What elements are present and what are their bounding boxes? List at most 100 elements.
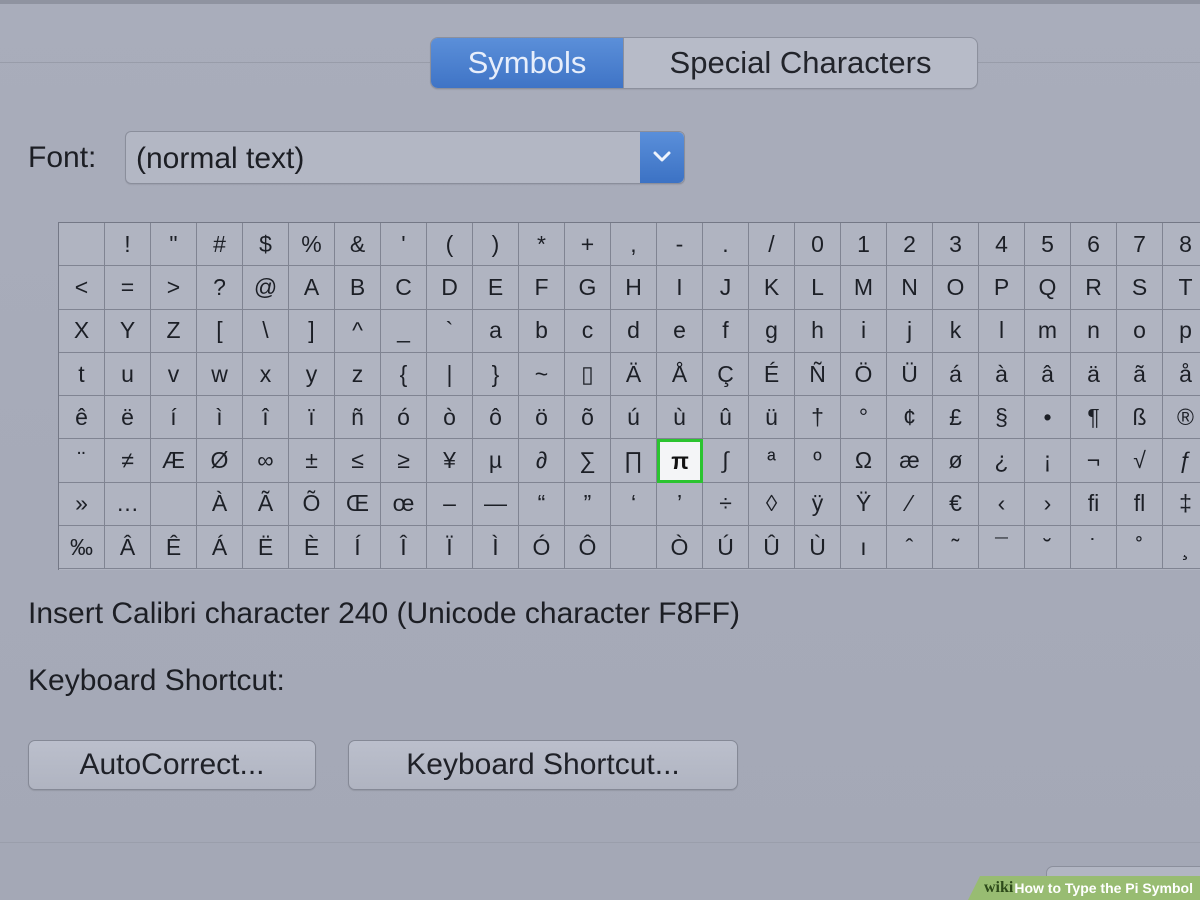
font-select[interactable]: (normal text) (125, 131, 685, 184)
symbol-cell[interactable] (611, 526, 657, 570)
symbol-cell[interactable]: H (611, 266, 657, 310)
symbol-cell[interactable]: õ (565, 396, 611, 440)
symbol-cell[interactable]: È (289, 526, 335, 570)
symbol-cell[interactable]: ë (105, 396, 151, 440)
symbol-cell[interactable]: b (519, 309, 565, 353)
symbol-cell[interactable]: Q (1025, 266, 1071, 310)
symbol-cell[interactable]: § (979, 396, 1025, 440)
symbol-cell[interactable]: x (243, 352, 289, 397)
symbol-cell[interactable]: † (795, 396, 841, 440)
symbol-cell[interactable]: p (1163, 310, 1200, 353)
symbol-cell[interactable]: î (243, 396, 289, 440)
font-select-button[interactable] (640, 132, 684, 183)
symbol-cell[interactable]: Ë (243, 526, 289, 570)
symbol-cell[interactable]: h (795, 309, 841, 353)
symbol-cell[interactable]: \ (243, 309, 289, 353)
symbol-cell[interactable]: ∏ (611, 439, 657, 483)
symbol-cell[interactable]: í (151, 396, 197, 440)
symbol-cell[interactable] (59, 223, 105, 267)
symbol-cell[interactable]: } (473, 352, 519, 397)
symbol-cell[interactable]: ≥ (381, 439, 427, 483)
symbol-cell[interactable]: Ÿ (841, 482, 887, 527)
symbol-cell[interactable]: ? (197, 266, 243, 310)
symbol-cell[interactable]: L (795, 266, 841, 310)
symbol-cell[interactable]: c (565, 309, 611, 353)
symbol-cell[interactable]: › (1025, 482, 1071, 527)
symbol-cell[interactable]: Î (381, 526, 427, 570)
symbol-cell[interactable]: £ (933, 396, 979, 440)
symbol-cell[interactable]: “ (519, 482, 565, 527)
symbol-cell[interactable]: ÷ (703, 482, 749, 527)
symbol-cell[interactable]: g (749, 309, 795, 353)
symbol-cell[interactable]: 7 (1117, 223, 1163, 267)
symbol-cell[interactable]: » (59, 482, 105, 527)
symbol-cell[interactable]: I (657, 266, 703, 310)
symbol-cell[interactable]: Á (197, 526, 243, 570)
symbol-cell[interactable]: ª (749, 439, 795, 483)
symbol-cell[interactable]: . (703, 223, 749, 267)
symbol-cell[interactable]: Ñ (795, 352, 841, 397)
symbol-cell[interactable]: ` (427, 309, 473, 353)
symbol-cell[interactable]: • (1025, 396, 1071, 440)
symbol-cell[interactable]: ) (473, 223, 519, 267)
symbol-cell[interactable]: Ø (197, 439, 243, 483)
symbol-cell[interactable]: Æ (151, 439, 197, 483)
symbol-cell[interactable]: " (151, 223, 197, 267)
symbol-cell[interactable]: ß (1117, 396, 1163, 440)
symbol-cell[interactable]: { (381, 352, 427, 397)
symbol-cell[interactable]: ¥ (427, 439, 473, 483)
symbol-cell[interactable]: [ (197, 309, 243, 353)
symbol-cell[interactable]: ¨ (59, 439, 105, 483)
symbol-cell[interactable]: @ (243, 266, 289, 310)
symbol-cell[interactable]: A (289, 266, 335, 310)
symbol-cell[interactable]: u (105, 352, 151, 397)
symbol-cell[interactable]: # (197, 223, 243, 267)
symbol-cell[interactable]: % (289, 223, 335, 267)
symbol-cell-selected[interactable]: π (657, 439, 703, 483)
symbol-cell[interactable]: ▯ (565, 352, 611, 397)
symbol-cell[interactable]: J (703, 266, 749, 310)
symbol-cell[interactable]: É (749, 352, 795, 397)
symbol-cell[interactable]: à (979, 352, 1025, 397)
symbol-cell[interactable]: Ú (703, 526, 749, 570)
symbol-cell[interactable]: C (381, 266, 427, 310)
symbol-cell[interactable]: Ω (841, 439, 887, 483)
symbol-cell[interactable]: ã (1117, 352, 1163, 397)
symbol-cell[interactable]: ˆ (887, 526, 933, 570)
symbol-cell[interactable]: ı (841, 526, 887, 570)
symbol-cell[interactable]: k (933, 309, 979, 353)
symbol-cell[interactable]: ∞ (243, 439, 289, 483)
symbol-cell[interactable]: √ (1117, 439, 1163, 483)
symbol-cell[interactable]: ] (289, 309, 335, 353)
symbol-cell[interactable]: _ (381, 309, 427, 353)
tab-special-characters[interactable]: Special Characters (623, 38, 977, 88)
symbol-cell[interactable]: Ò (657, 526, 703, 570)
symbol-cell[interactable]: ' (381, 223, 427, 267)
symbol-cell[interactable]: D (427, 266, 473, 310)
symbol-cell[interactable]: å (1163, 353, 1200, 397)
symbol-cell[interactable]: n (1071, 309, 1117, 353)
symbol-cell[interactable]: , (611, 223, 657, 267)
symbol-cell[interactable]: ¶ (1071, 396, 1117, 440)
symbol-cell[interactable]: G (565, 266, 611, 310)
symbol-cell[interactable]: 5 (1025, 223, 1071, 267)
symbol-cell[interactable]: ˚ (1117, 526, 1163, 570)
symbol-cell[interactable]: … (105, 482, 151, 527)
symbol-cell[interactable]: ú (611, 396, 657, 440)
symbol-cell[interactable]: ¿ (979, 439, 1025, 483)
symbol-cell[interactable]: S (1117, 266, 1163, 310)
symbol-cell[interactable]: Õ (289, 482, 335, 527)
symbol-cell[interactable]: E (473, 266, 519, 310)
symbol-cell[interactable]: Ï (427, 526, 473, 570)
symbol-cell[interactable]: ø (933, 439, 979, 483)
symbol-cell[interactable] (151, 482, 197, 527)
symbol-cell[interactable]: 2 (887, 223, 933, 267)
symbol-cell[interactable]: l (979, 309, 1025, 353)
symbol-cell[interactable]: Ã (243, 482, 289, 527)
symbol-cell[interactable]: ì (197, 396, 243, 440)
symbol-cell[interactable]: 0 (795, 223, 841, 267)
symbol-cell[interactable]: ≤ (335, 439, 381, 483)
symbol-cell[interactable]: / (749, 223, 795, 267)
symbol-cell[interactable]: ¢ (887, 396, 933, 440)
symbol-cell[interactable]: ‘ (611, 482, 657, 527)
